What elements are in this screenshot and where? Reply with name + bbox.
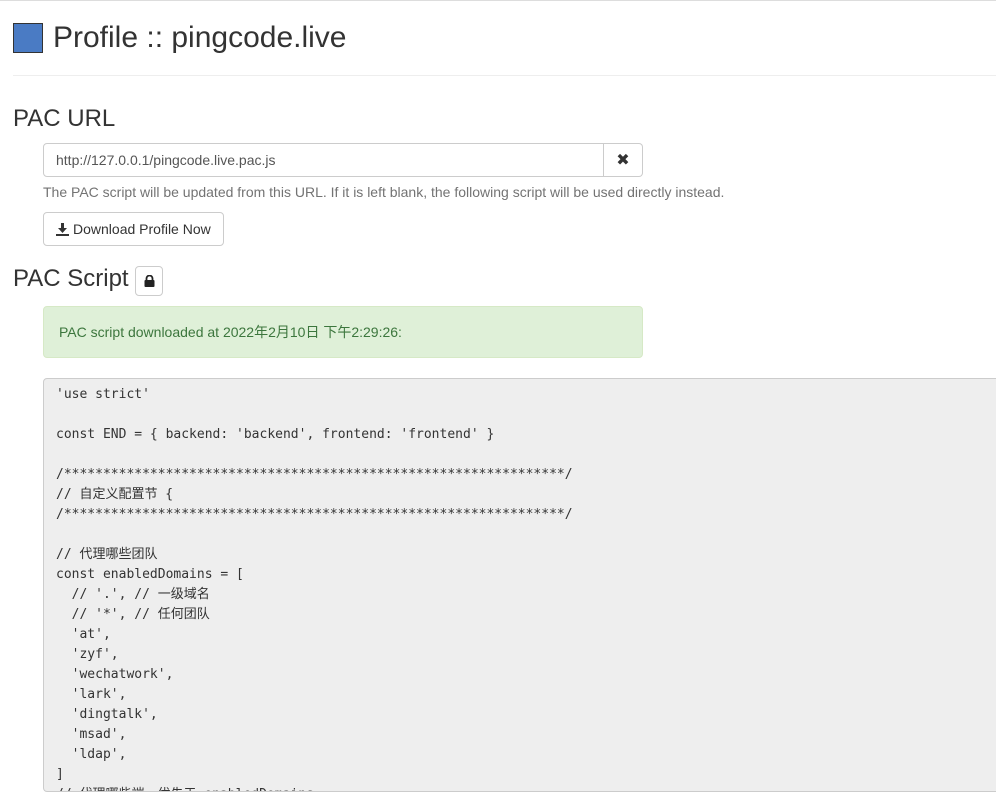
code-line: /***************************************… — [56, 467, 573, 482]
download-profile-button[interactable]: Download Profile Now — [43, 212, 224, 246]
download-status-alert: PAC script downloaded at 2022年2月10日 下午2:… — [43, 306, 643, 358]
pac-url-group: ✖ — [43, 143, 643, 177]
code-line: 'lark', — [56, 687, 127, 702]
code-line: 'dingtalk', — [56, 707, 158, 722]
pac-url-help-text: The PAC script will be updated from this… — [43, 184, 725, 200]
code-line: // '*', // 任何团队 — [56, 607, 210, 622]
code-line: // 自定义配置节 { — [56, 487, 174, 502]
page-title: Profile :: pingcode.live — [53, 21, 347, 54]
code-line: 'wechatwork', — [56, 667, 174, 682]
code-line: 'ldap', — [56, 747, 127, 762]
profile-color-swatch[interactable] — [13, 23, 43, 53]
clear-url-button[interactable]: ✖ — [604, 143, 643, 177]
code-line: // 代理哪些端，优先于 enabledDomains — [56, 785, 990, 791]
code-line: ] — [56, 767, 64, 782]
times-icon: ✖ — [616, 152, 630, 169]
code-line: // '.', // 一级域名 — [56, 587, 210, 602]
pac-url-heading: PAC URL — [13, 105, 116, 132]
code-line: const enabledDomains = [ — [56, 567, 244, 582]
divider — [13, 75, 996, 76]
code-line: 'at', — [56, 627, 111, 642]
pac-url-input[interactable] — [43, 143, 604, 177]
pac-script-editor[interactable]: 'use strict' const END = { backend: 'bac… — [43, 378, 996, 792]
code-line: // 代理哪些团队 — [56, 547, 158, 562]
download-icon — [56, 222, 69, 236]
page-header: Profile :: pingcode.live — [13, 21, 347, 55]
lock-icon — [144, 275, 154, 287]
code-line: const END = { backend: 'backend', fronte… — [56, 427, 495, 442]
download-profile-label: Download Profile Now — [73, 221, 211, 237]
lock-script-button[interactable] — [135, 266, 163, 296]
pac-script-heading: PAC Script — [13, 265, 129, 292]
code-line: 'msad', — [56, 727, 127, 742]
code-line: 'use strict' — [56, 387, 150, 402]
code-line: 'zyf', — [56, 647, 119, 662]
code-line: /***************************************… — [56, 507, 573, 522]
